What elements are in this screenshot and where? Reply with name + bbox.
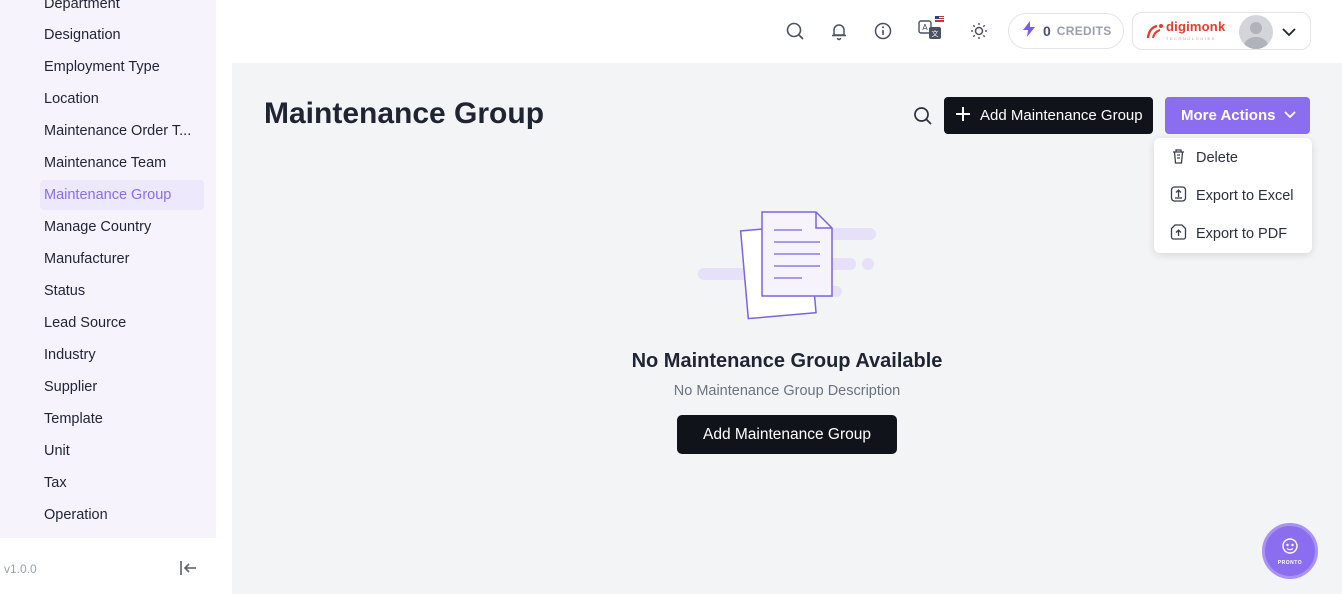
sidebar-item-tax[interactable]: Tax (40, 468, 204, 498)
add-button-label: Add Maintenance Group (980, 107, 1143, 124)
trash-icon (1170, 147, 1187, 169)
empty-state-add-button[interactable]: Add Maintenance Group (677, 415, 897, 454)
export-excel-icon (1170, 185, 1187, 207)
sidebar-item-employment-type[interactable]: Employment Type (40, 52, 204, 82)
dropdown-item-label: Delete (1196, 150, 1238, 166)
add-maintenance-group-button[interactable]: Add Maintenance Group (944, 97, 1153, 134)
credits-count: 0 (1043, 23, 1051, 39)
dropdown-item-export-excel[interactable]: Export to Excel (1170, 184, 1294, 208)
sidebar-item-status[interactable]: Status (40, 276, 204, 306)
empty-state-document-icon (696, 208, 878, 323)
svg-text:A: A (922, 23, 928, 32)
lightning-icon (1021, 20, 1037, 43)
info-icon[interactable] (872, 20, 894, 42)
search-icon[interactable] (784, 20, 806, 42)
sidebar-item-operation[interactable]: Operation (40, 500, 204, 530)
sidebar-item-manage-country[interactable]: Manage Country (40, 212, 204, 242)
more-actions-label: More Actions (1181, 107, 1276, 124)
chevron-down-icon[interactable] (1280, 23, 1298, 46)
sidebar: Department Designation Employment Type L… (0, 0, 232, 594)
assistant-icon (1280, 537, 1300, 560)
export-pdf-icon (1170, 223, 1187, 245)
dropdown-item-label: Export to Excel (1196, 188, 1294, 204)
main-content: Maintenance Group Add Maintenance Group … (232, 63, 1342, 594)
dropdown-item-export-pdf[interactable]: Export to PDF (1170, 222, 1287, 246)
sidebar-item-location[interactable]: Location (40, 84, 204, 114)
chevron-down-icon (1283, 107, 1297, 125)
page-title: Maintenance Group (264, 97, 545, 130)
brand-name: digimonk (1166, 19, 1226, 34)
sidebar-item-department[interactable]: Department (40, 0, 204, 19)
brand-tagline: TECHNOLOGIES (1166, 36, 1216, 41)
sidebar-nav: Department Designation Employment Type L… (0, 0, 216, 538)
translate-icon[interactable]: A文 (918, 16, 944, 42)
sun-icon[interactable] (968, 20, 990, 42)
profile-menu[interactable]: digimonk TECHNOLOGIES (1132, 12, 1311, 50)
sidebar-item-template[interactable]: Template (40, 404, 204, 434)
sidebar-item-manufacturer[interactable]: Manufacturer (40, 244, 204, 274)
credits-label: CREDITS (1056, 24, 1112, 38)
sidebar-item-industry[interactable]: Industry (40, 340, 204, 370)
sidebar-item-designation[interactable]: Designation (40, 20, 204, 50)
search-icon[interactable] (912, 105, 934, 127)
sidebar-item-maintenance-group[interactable]: Maintenance Group (40, 180, 204, 210)
assistant-fab-button[interactable]: PRONTO (1262, 523, 1318, 579)
dropdown-item-delete[interactable]: Delete (1170, 146, 1238, 170)
version-label: v1.0.0 (4, 562, 37, 576)
credits-badge[interactable]: 0 CREDITS (1008, 13, 1124, 49)
plus-icon (954, 105, 972, 127)
avatar[interactable] (1239, 15, 1273, 49)
top-bar: A文 0 CREDITS digimonk TECHNOLOGIES (232, 0, 1342, 63)
empty-state-title: No Maintenance Group Available (631, 350, 943, 372)
sidebar-item-maintenance-team[interactable]: Maintenance Team (40, 148, 204, 178)
assistant-label: PRONTO (1277, 559, 1303, 566)
sidebar-item-unit[interactable]: Unit (40, 436, 204, 466)
svg-text:文: 文 (932, 29, 939, 38)
more-actions-button[interactable]: More Actions (1165, 97, 1310, 134)
sidebar-item-maintenance-order-type[interactable]: Maintenance Order T... (40, 116, 204, 146)
brand-logo-icon (1145, 22, 1165, 47)
dropdown-item-label: Export to PDF (1196, 226, 1288, 242)
sidebar-item-supplier[interactable]: Supplier (40, 372, 204, 402)
bell-icon[interactable] (828, 20, 850, 42)
empty-state-description: No Maintenance Group Description (673, 383, 901, 399)
more-actions-dropdown: Delete Export to Excel Export to PDF (1154, 138, 1312, 253)
collapse-sidebar-icon[interactable] (177, 558, 199, 578)
sidebar-item-lead-source[interactable]: Lead Source (40, 308, 204, 338)
